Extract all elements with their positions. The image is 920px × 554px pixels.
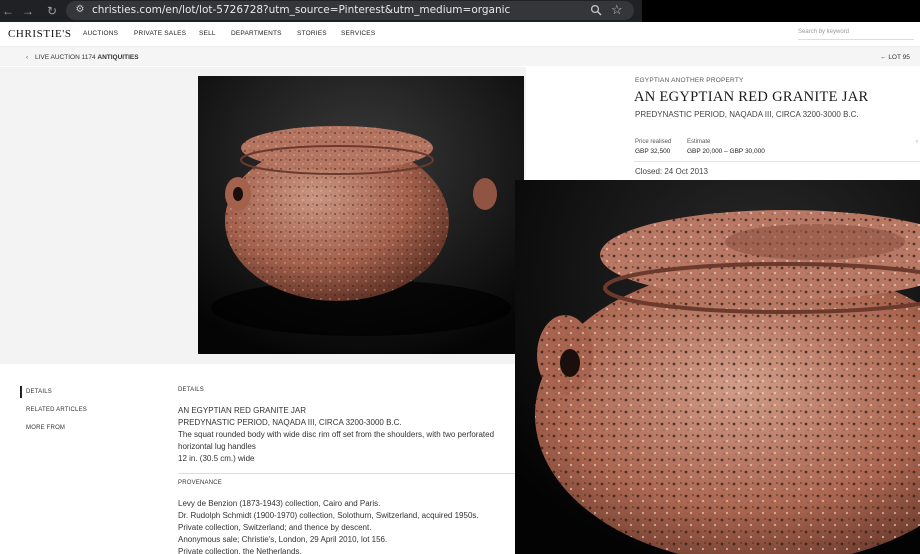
provenance-line: Levy de Benzion (1873-1943) collection, … <box>178 499 381 508</box>
breadcrumb-sale: ANTIQUITIES <box>97 54 139 61</box>
details-line: PREDYNASTIC PERIOD, NAQADA III, CIRCA 32… <box>178 418 402 427</box>
breadcrumb-prefix: LIVE AUCTION 1174 <box>34 54 96 61</box>
lot-main-image[interactable] <box>198 76 524 354</box>
provenance-line: Private collection, the Netherlands. <box>178 547 302 554</box>
details-heading: DETAILS <box>178 387 204 393</box>
lot-nav[interactable]: ← LOT 95 <box>880 54 910 61</box>
nav-departments[interactable]: DEPARTMENTS <box>231 30 282 37</box>
search-input[interactable]: Search by keyword <box>798 29 914 40</box>
department-label: EGYPTIAN ANOTHER PROPERTY <box>635 77 744 84</box>
sidenav-related-articles[interactable]: RELATED ARTICLES <box>26 407 87 413</box>
provenance-line: Anonymous sale; Christie's, London, 29 A… <box>178 535 388 544</box>
zoom-icon[interactable] <box>590 4 602 16</box>
details-line: 12 in. (30.5 cm.) wide <box>178 454 255 463</box>
lot-subtitle: PREDYNASTIC PERIOD, NAQADA III, CIRCA 32… <box>635 110 859 119</box>
price-realised-value: GBP 32,500 <box>635 148 671 155</box>
estimate-label: Estimate <box>687 139 711 145</box>
site-settings-icon[interactable]: ⚙ <box>74 4 86 16</box>
provenance-heading: PROVENANCE <box>178 480 223 486</box>
bookmark-star-icon[interactable]: ☆ <box>611 2 623 18</box>
lot-nav-label: LOT 95 <box>888 54 910 61</box>
details-line: horizontal lug handles <box>178 442 256 451</box>
lot-title: AN EGYPTIAN RED GRANITE JAR <box>634 89 869 105</box>
overlay-black-panel <box>642 0 920 22</box>
price-realised-label: Price realised <box>635 139 672 145</box>
provenance-line: Private collection, Switzerland; and the… <box>178 523 372 532</box>
details-line: The squat rounded body with wide disc ri… <box>178 430 495 439</box>
active-indicator <box>20 386 22 398</box>
address-bar[interactable]: ⚙ christies.com/en/lot/lot-5726728?utm_s… <box>66 1 634 20</box>
nav-private-sales[interactable]: PRIVATE SALES <box>134 30 186 37</box>
nav-auctions[interactable]: AUCTIONS <box>83 30 118 37</box>
details-line: AN EGYPTIAN RED GRANITE JAR <box>178 406 307 415</box>
reload-icon[interactable]: ↻ <box>44 3 60 19</box>
christies-logo[interactable]: CHRISTIE'S <box>8 28 72 40</box>
breadcrumb-bar: ‹ LIVE AUCTION 1174 ANTIQUITIES ← LOT 95 <box>0 46 920 66</box>
browser-toolbar: ← → ↻ ⚙ christies.com/en/lot/lot-5726728… <box>0 0 920 22</box>
site-header: CHRISTIE'S AUCTIONS PRIVATE SALES SELL D… <box>0 22 920 46</box>
breadcrumb[interactable]: ‹ LIVE AUCTION 1174 ANTIQUITIES <box>26 54 139 61</box>
divider <box>634 161 920 162</box>
sidenav-more-from[interactable]: MORE FROM <box>26 425 65 431</box>
lot-zoomed-image <box>515 180 920 554</box>
nav-sell[interactable]: SELL <box>199 30 216 37</box>
chevron-left-icon: ‹ <box>26 54 29 61</box>
provenance-line: Dr. Rudolph Schmidt (1900-1970) collecti… <box>178 511 479 520</box>
closed-date: Closed: 24 Oct 2013 <box>635 167 708 176</box>
url-text[interactable]: christies.com/en/lot/lot-5726728?utm_sou… <box>92 3 510 18</box>
nav-services[interactable]: SERVICES <box>341 30 375 37</box>
section-divider <box>178 473 518 474</box>
more-indicator: › <box>916 139 918 145</box>
sidenav-details[interactable]: DETAILS <box>26 389 52 395</box>
nav-stories[interactable]: STORIES <box>297 30 327 37</box>
forward-icon[interactable]: → <box>20 3 36 19</box>
back-icon[interactable]: ← <box>0 3 16 19</box>
estimate-value: GBP 20,000 – GBP 30,000 <box>687 148 765 155</box>
